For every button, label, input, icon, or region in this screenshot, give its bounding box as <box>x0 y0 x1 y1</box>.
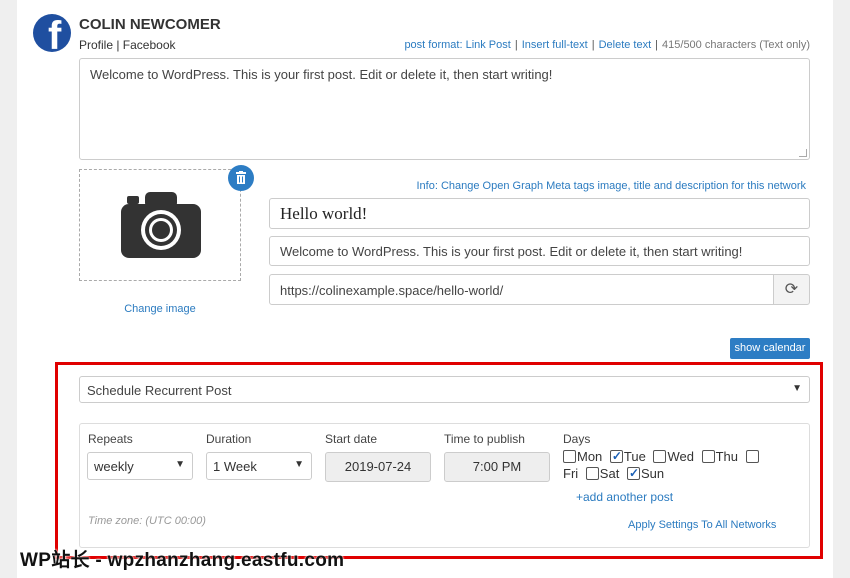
delete-text-link[interactable]: Delete text <box>599 39 652 51</box>
repeats-select[interactable]: weekly ▼ <box>87 452 193 480</box>
account-subtitle: Profile | Facebook <box>79 38 176 52</box>
time-to-publish-field[interactable]: 7:00 PM <box>444 452 550 482</box>
og-info-link[interactable]: Info: Change Open Graph Meta tags image,… <box>417 180 807 192</box>
day-wed-label: Wed <box>667 449 694 464</box>
trash-icon <box>236 171 246 184</box>
day-fri-label: Fri <box>563 466 579 481</box>
delete-image-button[interactable] <box>228 165 254 191</box>
day-wed[interactable]: Wed <box>653 449 694 464</box>
chevron-down-icon: ▼ <box>175 459 185 470</box>
post-format-link[interactable]: post format: Link Post <box>404 39 510 51</box>
duration-label: Duration <box>206 432 252 446</box>
duration-select[interactable]: 1 Week ▼ <box>206 452 312 480</box>
days-checkbox-group: Mon Tue Wed Thu Fri Sat Sun <box>563 448 783 482</box>
add-another-post-link[interactable]: +add another post <box>576 490 673 504</box>
day-sat-checkbox[interactable] <box>585 467 599 480</box>
days-label: Days <box>563 432 591 446</box>
day-mon[interactable]: Mon <box>563 449 602 464</box>
post-text-area[interactable]: Welcome to WordPress. This is your first… <box>79 58 810 160</box>
change-image-link[interactable]: Change image <box>79 303 241 315</box>
day-tue[interactable]: Tue <box>609 448 646 465</box>
post-text: Welcome to WordPress. This is your first… <box>90 67 553 82</box>
day-sun-checkbox[interactable] <box>626 465 640 482</box>
time-to-publish-label: Time to publish <box>444 432 525 446</box>
day-thu-checkbox[interactable] <box>701 450 715 463</box>
refresh-url-button[interactable]: ⟳ <box>773 274 810 305</box>
character-count: 415/500 characters (Text only) <box>662 39 810 51</box>
og-title-input[interactable]: Hello world! <box>269 198 810 229</box>
og-description-input[interactable]: Welcome to WordPress. This is your first… <box>269 236 810 266</box>
repeats-label: Repeats <box>88 432 133 446</box>
day-fri-checkbox[interactable] <box>745 450 759 463</box>
day-wed-checkbox[interactable] <box>653 450 667 463</box>
camera-icon <box>121 192 201 258</box>
day-sat[interactable]: Sat <box>585 466 620 481</box>
account-name: COLIN NEWCOMER <box>79 16 221 33</box>
refresh-icon: ⟳ <box>784 281 799 298</box>
start-date-field[interactable]: 2019-07-24 <box>325 452 431 482</box>
day-mon-checkbox[interactable] <box>563 450 576 463</box>
facebook-icon: f <box>33 14 71 52</box>
show-calendar-button[interactable]: show calendar <box>730 338 810 359</box>
og-url-input[interactable]: https://colinexample.space/hello-world/ <box>269 274 774 305</box>
day-sun[interactable]: Sun <box>626 465 665 482</box>
chevron-down-icon: ▼ <box>294 459 304 470</box>
post-format-links: post format: Link Post | Insert full-text |… <box>404 39 810 51</box>
day-mon-label: Mon <box>577 449 603 464</box>
start-date-label: Start date <box>325 432 378 446</box>
day-thu-label: Thu <box>715 449 738 464</box>
watermark: WP站长 - wpzhanzhang.eastfu.com <box>20 550 345 571</box>
image-dropzone[interactable] <box>79 169 241 281</box>
duration-value: 1 Week <box>213 459 257 474</box>
schedule-type-select[interactable]: Schedule Recurrent Post ▼ <box>79 376 810 403</box>
chevron-down-icon: ▼ <box>792 383 802 394</box>
timezone-note: Time zone: (UTC 00:00) <box>88 515 206 527</box>
resize-handle[interactable] <box>799 149 807 157</box>
schedule-type-value: Schedule Recurrent Post <box>87 383 232 398</box>
apply-all-networks-link[interactable]: Apply Settings To All Networks <box>628 519 776 531</box>
day-tue-checkbox[interactable] <box>609 448 623 465</box>
day-sat-label: Sat <box>599 466 620 481</box>
repeats-value: weekly <box>94 459 134 474</box>
day-thu[interactable]: Thu <box>701 449 738 464</box>
day-tue-label: Tue <box>623 449 646 464</box>
insert-full-text-link[interactable]: Insert full-text <box>522 39 588 51</box>
day-sun-label: Sun <box>640 466 665 481</box>
